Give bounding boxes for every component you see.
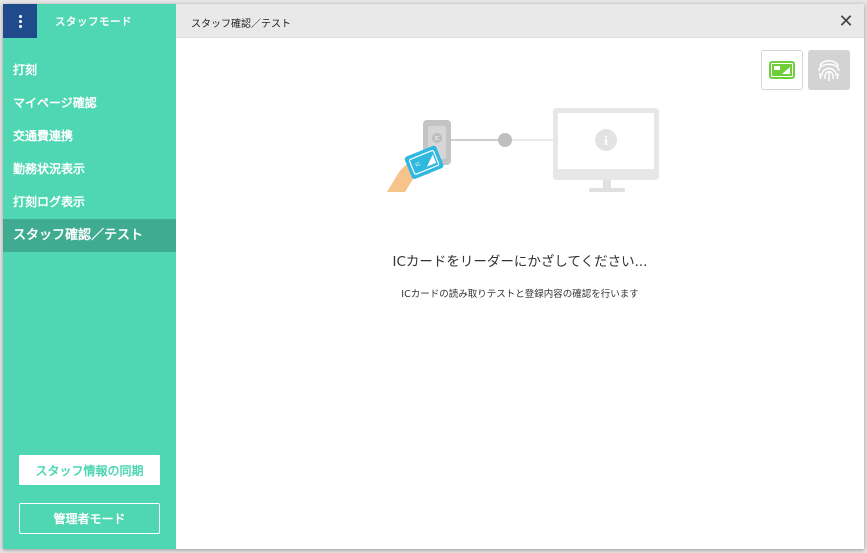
instruction-message: ICカードをリーダーにかざしてください... (392, 254, 648, 270)
kebab-menu-icon (18, 14, 22, 28)
sidebar-item-transport[interactable]: 交通費連携 (3, 120, 176, 153)
fingerprint-icon (818, 60, 840, 81)
reader-ic-label: IC (435, 136, 440, 142)
close-button[interactable]: ✕ (828, 4, 864, 38)
fingerprint-mode-button[interactable] (808, 50, 850, 90)
ic-mode-button[interactable] (761, 50, 803, 90)
sidebar-item-staff-test[interactable]: スタッフ確認／テスト (3, 219, 176, 252)
instruction-sub-message: ICカードの読み取りテストと登録内容の確認を行います (401, 289, 639, 300)
ic-card-icon (769, 61, 795, 79)
sidebar-item-mypage[interactable]: マイページ確認 (3, 87, 176, 120)
menu-button[interactable] (3, 4, 37, 38)
svg-text:i: i (604, 133, 608, 148)
app-window: スタッフモード 打刻 マイページ確認 交通費連携 勤務状況表示 打刻ログ表示 ス… (3, 4, 864, 549)
connection-dot (498, 133, 512, 147)
admin-mode-button[interactable]: 管理者モード (19, 503, 160, 534)
sidebar-nav: 打刻 マイページ確認 交通費連携 勤務状況表示 打刻ログ表示 スタッフ確認／テス… (3, 54, 176, 252)
sidebar-item-work-status[interactable]: 勤務状況表示 (3, 153, 176, 186)
card-reader-illustration: IC IC i (387, 108, 659, 192)
sync-staff-button[interactable]: スタッフ情報の同期 (19, 455, 160, 485)
sidebar-header: スタッフモード (3, 4, 176, 38)
page-title: スタッフ確認／テスト (191, 19, 291, 30)
close-icon: ✕ (838, 10, 854, 32)
sidebar: スタッフモード 打刻 マイページ確認 交通費連携 勤務状況表示 打刻ログ表示 ス… (3, 4, 176, 549)
sidebar-item-punch[interactable]: 打刻 (3, 54, 176, 87)
titlebar: スタッフ確認／テスト ✕ (176, 4, 864, 38)
sidebar-item-punch-log[interactable]: 打刻ログ表示 (3, 186, 176, 219)
sidebar-title: スタッフモード (55, 16, 132, 28)
